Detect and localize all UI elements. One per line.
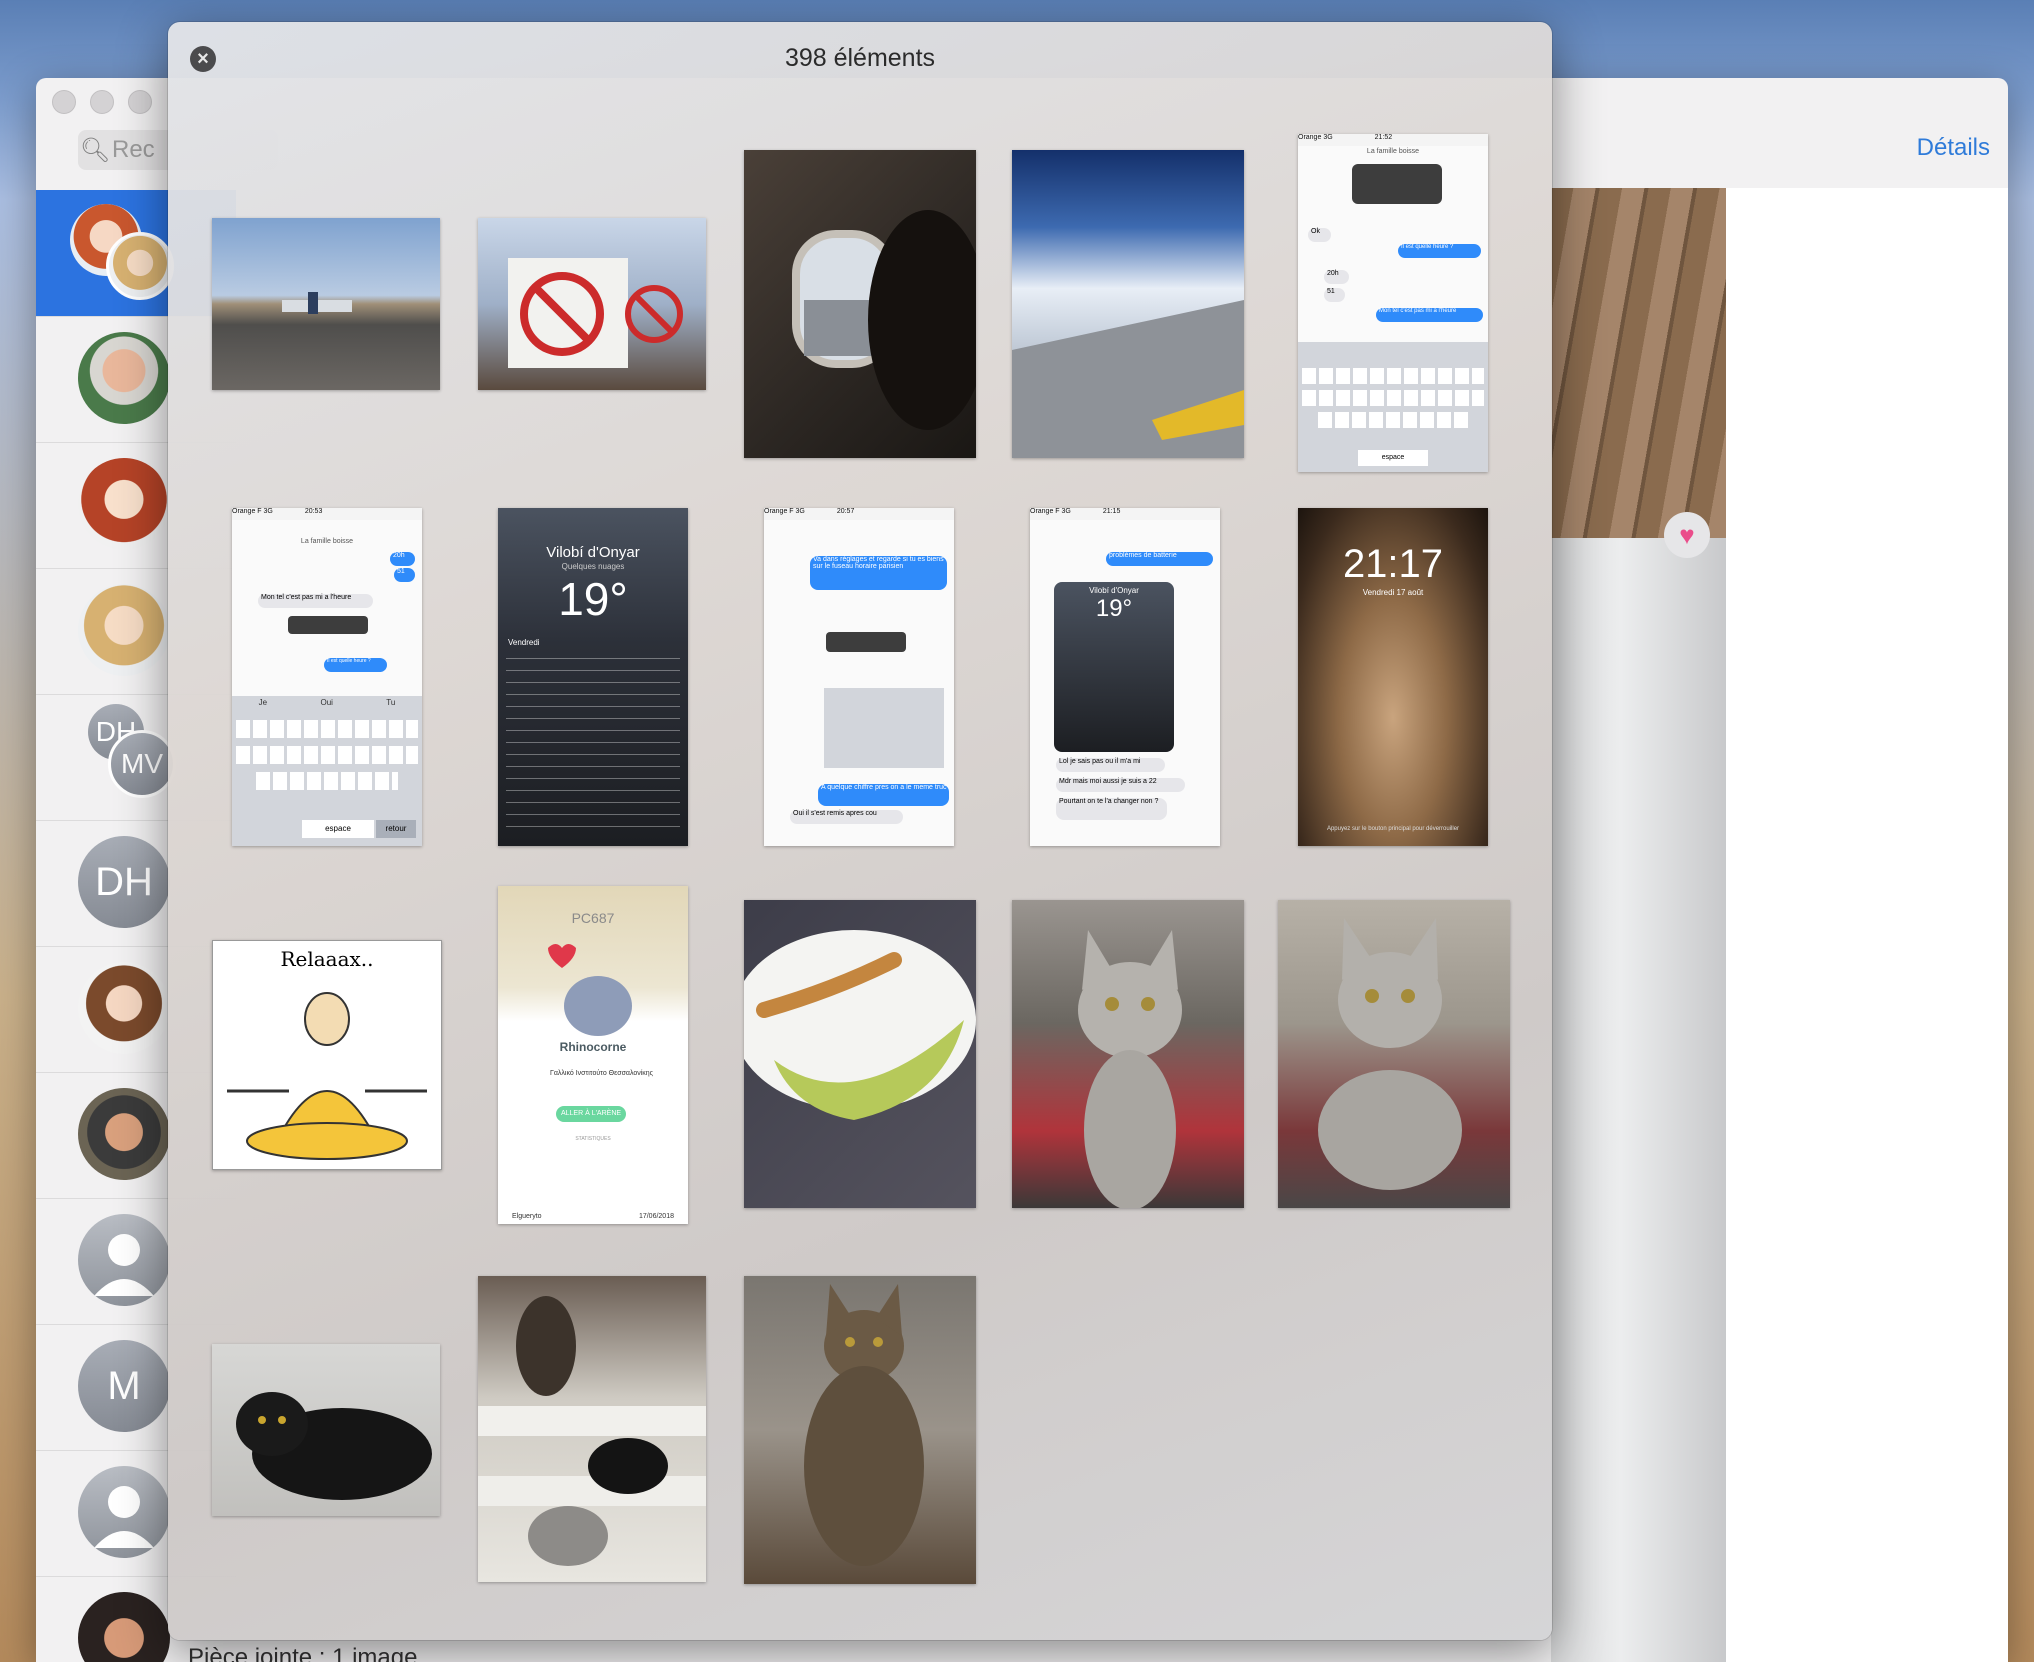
avatar (78, 584, 170, 676)
message-bubble: Va dans réglages et regarde si tu es bie… (810, 556, 947, 590)
lock-date: Vendredi 17 août (1362, 588, 1424, 597)
search-placeholder: Rec (112, 136, 155, 163)
message-bubble: Mon tel c'est pas mi a l'heure (258, 594, 373, 608)
avatar (78, 962, 170, 1054)
pokemon-date: 17/06/2018 (638, 1213, 674, 1220)
keyboard: Je Oui Tu espace retour (232, 696, 422, 846)
search-icon: 🔍︎ (79, 136, 111, 164)
message-bubble: 20h (1324, 270, 1349, 284)
thumbnail-messages-screenshot[interactable]: Orange F 3G 20:53 La famille boisse 20h … (232, 508, 422, 846)
message-bubble: Pourtant on te l'a changer non ? (1056, 798, 1167, 820)
unlock-hint: Appuyez sur le bouton principal pour dév… (1326, 826, 1460, 832)
message-bubble: Lol je sais pas ou il m'a mi (1056, 758, 1165, 772)
group-name: La famille boisse (1366, 148, 1420, 155)
thumbnail-kitten-sitting[interactable] (1012, 900, 1244, 1208)
thumbnail-churro-plate[interactable] (744, 900, 976, 1208)
thumbnail-clouds-wing[interactable] (1012, 150, 1244, 458)
message-bubble: 51 (394, 568, 415, 582)
thumbnail-cats-on-stairs[interactable] (478, 1276, 706, 1582)
message-bubble: Mdr mais moi aussi je suis a 22 (1056, 778, 1185, 792)
thumbnail-airport-tarmac[interactable] (212, 218, 440, 390)
weather-condition: Quelques nuages (561, 562, 625, 571)
thumbnail-meditating-monk-sticker[interactable]: Relaaax.. (212, 940, 442, 1170)
gym-name: Γαλλικό Ινστιτούτο Θεσσαλονίκης (550, 1070, 654, 1077)
message-bubble: A quelque chiffre pres on a le meme truc (818, 784, 949, 806)
avatar (106, 232, 174, 300)
avatar (78, 1592, 170, 1662)
thumbnail-lock-screen[interactable]: 21:17 Vendredi 17 août Appuyez sur le bo… (1298, 508, 1488, 846)
thumbnail-messages-screenshot[interactable]: Orange F 3G 20:57 Va dans réglages et re… (764, 508, 954, 846)
thumbnail-kitten-lying[interactable] (1278, 900, 1510, 1208)
avatar-initials: DH (78, 836, 170, 928)
thumbnail-messages-screenshot[interactable]: Orange 3G 21:52 La famille boisse Ok Il … (1298, 134, 1488, 472)
details-button[interactable]: Détails (1917, 134, 1990, 162)
message-bubble: 20h (390, 552, 415, 566)
panel-title: 398 éléments (784, 44, 936, 72)
person-silhouette-icon (78, 1466, 170, 1558)
status-bar: Orange F 3G 20:57 (764, 508, 954, 520)
message-bubble: Oui il s'est remis apres cou (790, 810, 903, 824)
group-name: La famille boisse (300, 538, 354, 545)
avatar (78, 458, 170, 550)
close-window-button[interactable] (52, 90, 76, 114)
thumbnail-no-smoking-signs[interactable] (478, 218, 706, 390)
stats-section-label: STATISTIQUES (575, 1136, 611, 1142)
trainer-name: Elgueryto (512, 1213, 542, 1220)
conversation-pane (1726, 188, 2008, 1662)
go-to-gym-button: ALLER À L'ARÈNE (556, 1106, 626, 1122)
message-bubble: Mon tel c'est pas mi a l'heure (1376, 308, 1483, 322)
lock-time: 21:17 (1342, 542, 1444, 586)
message-bubble: problèmes de batterie (1106, 552, 1213, 566)
message-bubble: Il est quelle heure ? (1398, 244, 1481, 258)
keyboard: espace (1298, 342, 1488, 472)
status-bar: Orange F 3G 21:15 (1030, 508, 1220, 520)
avatar-initials: M (78, 1340, 170, 1432)
avatar (78, 332, 170, 424)
person-silhouette-icon (78, 1214, 170, 1306)
message-bubble: 51 (1324, 288, 1345, 302)
thumbnail-pokemon-screenshot[interactable]: PC687 Rhinocorne Γαλλικό Ινστιτούτο Θεσσ… (498, 886, 688, 1224)
thumbnail-weather-screenshot[interactable]: Vilobí d'Onyar Quelques nuages 19° Vendr… (498, 508, 688, 846)
conversation-preview: Pièce jointe : 1 image (188, 1644, 418, 1662)
heart-icon: ♥ (1664, 512, 1710, 558)
minimize-window-button[interactable] (90, 90, 114, 114)
thumbnail-tabby-cat[interactable] (744, 1276, 976, 1584)
keyboard (824, 688, 944, 768)
thumbnail-black-cat[interactable] (212, 1344, 440, 1516)
zoom-window-button[interactable] (128, 90, 152, 114)
weather-today: Vendredi (508, 638, 540, 647)
message-photo[interactable] (1551, 538, 1726, 1662)
thumbnail-messages-screenshot[interactable]: Orange F 3G 21:15 problèmes de batterie … (1030, 508, 1220, 846)
status-bar: Orange 3G 21:52 (1298, 134, 1488, 146)
message-bubble: Il est quelle heure ? (324, 658, 387, 672)
thumbnail-airplane-window[interactable] (744, 150, 976, 458)
weather-temperature: 19° (558, 573, 628, 625)
status-bar: Orange F 3G 20:53 (232, 508, 422, 520)
avatar-initials: MV (108, 730, 176, 798)
weather-city: Vilobí d'Onyar (546, 544, 640, 561)
message-bubble: Ok (1308, 228, 1331, 242)
pokemon-name: Rhinocorne (559, 1040, 627, 1054)
quicklook-panel: × 398 éléments Orange 3G 21:52 La famill… (168, 22, 1552, 1640)
avatar (78, 1088, 170, 1180)
